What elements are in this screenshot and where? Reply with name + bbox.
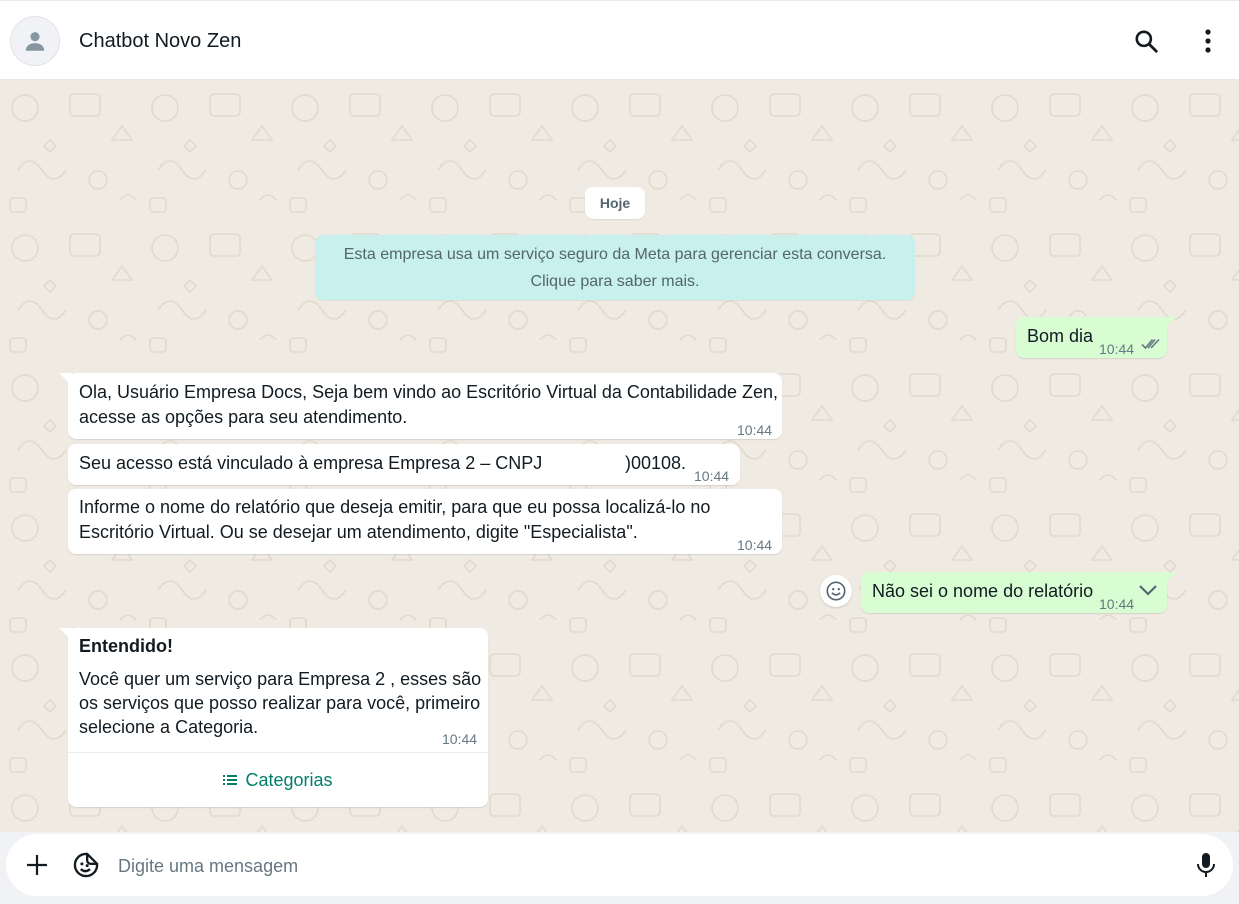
message-text-line-2: acesse as opções para seu atendimento. [79, 407, 408, 427]
microphone-icon [1197, 853, 1215, 877]
chat-header: Chatbot Novo Zen [0, 0, 1239, 80]
message-input[interactable] [116, 847, 1180, 885]
double-check-read-icon [1141, 338, 1160, 350]
encryption-notice[interactable]: Esta empresa usa um serviço seguro da Me… [315, 235, 915, 300]
sticker-icon [73, 852, 99, 878]
composer-bar [0, 832, 1239, 904]
emoji-icon [826, 581, 846, 601]
react-button[interactable] [820, 575, 852, 607]
menu-button[interactable] [1192, 25, 1224, 57]
message-time: 10:44 [737, 422, 773, 438]
notice-line-1: Esta empresa usa um serviço seguro da Me… [343, 246, 887, 263]
avatar[interactable] [10, 16, 60, 66]
message-outgoing[interactable]: Bom dia 10:44 [1016, 317, 1167, 358]
composer [6, 834, 1233, 896]
message-incoming[interactable]: Informe o nome do relatório que deseja e… [68, 489, 782, 554]
message-text-line-3: selecione a Categoria. [79, 717, 259, 737]
message-options-chevron-icon[interactable] [1137, 582, 1159, 598]
message-text: Seu acesso está vinculado à empresa Empr… [79, 453, 543, 473]
attach-button[interactable] [22, 850, 52, 880]
message-text: Não sei o nome do relatório [872, 581, 1094, 601]
message-time: 10:44 [737, 537, 773, 553]
message-text-end: )00108. [625, 453, 687, 473]
notice-line-2: Clique para saber mais. [530, 273, 700, 290]
search-button[interactable] [1130, 25, 1162, 57]
message-text-line-1: Informe o nome do relatório que deseja e… [79, 497, 711, 517]
plus-icon [27, 855, 47, 875]
message-text-line-1: Ola, Usuário Empresa Docs, Seja bem vind… [79, 382, 779, 402]
message-time: 10:44 [442, 731, 478, 747]
message-outgoing[interactable]: Não sei o nome do relatório 10:44 [861, 572, 1167, 613]
chat-area[interactable]: Hoje Esta empresa usa um serviço seguro … [0, 80, 1239, 832]
date-separator: Hoje [585, 187, 645, 219]
voice-message-button[interactable] [1192, 850, 1220, 880]
message-incoming-interactive[interactable]: Entendido! Você quer um serviço para Emp… [68, 628, 488, 807]
message-time: 10:44 [1099, 596, 1135, 612]
message-text-line-1: Você quer um serviço para Empresa 2 , es… [79, 669, 482, 689]
message-text-line-2: Escritório Virtual. Ou se desejar um ate… [79, 522, 638, 542]
message-title: Entendido! [79, 636, 173, 656]
message-text: Bom dia [1027, 326, 1094, 346]
categories-button[interactable]: Categorias [68, 753, 488, 807]
message-incoming[interactable]: Seu acesso está vinculado à empresa Empr… [68, 444, 740, 485]
message-text-line-2: os serviços que posso realizar para você… [79, 693, 481, 713]
list-icon [223, 775, 238, 785]
categories-button-label: Categorias [245, 769, 333, 790]
sticker-button[interactable] [70, 849, 102, 881]
menu-dots-icon [1205, 29, 1211, 53]
avatar-person-icon [25, 32, 45, 51]
bubble-tail [1163, 572, 1176, 585]
message-incoming[interactable]: Ola, Usuário Empresa Docs, Seja bem vind… [68, 373, 782, 439]
contact-name[interactable]: Chatbot Novo Zen [79, 30, 241, 53]
message-time: 10:44 [1099, 341, 1135, 357]
bubble-tail [1163, 317, 1176, 330]
search-icon [1135, 30, 1158, 53]
message-time: 10:44 [694, 468, 730, 484]
